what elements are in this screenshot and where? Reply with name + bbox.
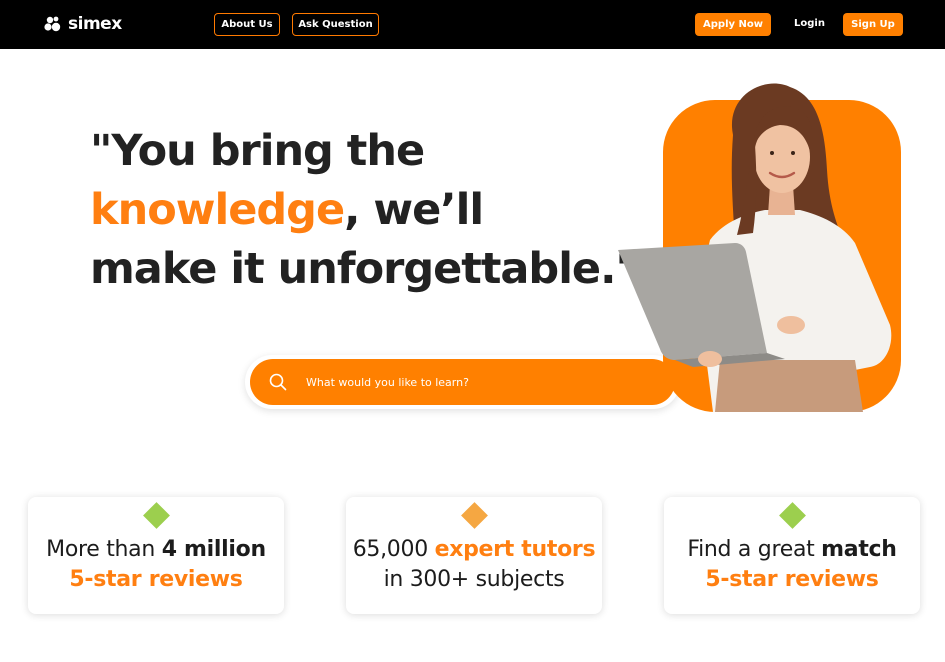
- ask-question-button[interactable]: Ask Question: [292, 13, 379, 36]
- stat-card-tutors: 65,000 expert tutors in 300+ subjects: [346, 497, 602, 614]
- brand-name: simex: [68, 14, 122, 34]
- login-link[interactable]: Login: [794, 18, 825, 29]
- card-3-bold: match: [821, 537, 897, 562]
- diamond-icon: [778, 502, 806, 529]
- card-1-bold: 4 million: [161, 537, 266, 562]
- headline-line-1: "You bring the: [90, 126, 425, 176]
- card-2-accent: expert tutors: [434, 537, 596, 562]
- card-3-text: Find a great: [687, 537, 822, 562]
- headline-line-2-rest: , we’ll: [344, 185, 484, 235]
- search-input[interactable]: [306, 359, 656, 405]
- hero-headline: "You bring the knowledge, we’ll make it …: [90, 122, 650, 299]
- headline-accent: knowledge: [90, 185, 345, 235]
- search-bar[interactable]: [250, 359, 675, 405]
- card-1-line-1: More than 4 million: [28, 537, 284, 562]
- card-2-line-2: in 300+ subjects: [383, 567, 565, 592]
- top-navbar: simex About Us Ask Question Apply Now Lo…: [0, 0, 945, 49]
- card-3-line-1: Find a great match: [664, 537, 920, 562]
- sign-up-button[interactable]: Sign Up: [843, 13, 903, 36]
- stat-card-match: Find a great match 5-star reviews: [664, 497, 920, 614]
- about-us-button[interactable]: About Us: [214, 13, 280, 36]
- hero-tutor-image: [615, 75, 905, 415]
- card-1-line-2: 5-star reviews: [69, 567, 243, 592]
- brand-logo[interactable]: simex: [44, 14, 122, 34]
- stat-card-reviews: More than 4 million 5-star reviews: [28, 497, 284, 614]
- card-1-text: More than: [46, 537, 162, 562]
- apply-now-button[interactable]: Apply Now: [695, 13, 771, 36]
- card-3-line-2: 5-star reviews: [705, 567, 879, 592]
- logo-icon: [44, 15, 64, 33]
- card-2-line-1: 65,000 expert tutors: [346, 537, 602, 562]
- headline-line-2: knowledge, we’ll: [90, 181, 650, 240]
- search-icon[interactable]: [269, 373, 287, 391]
- diamond-icon: [460, 502, 488, 529]
- headline-line-3: make it unforgettable.": [90, 244, 638, 294]
- card-2-text: 65,000: [352, 537, 435, 562]
- diamond-icon: [142, 502, 170, 529]
